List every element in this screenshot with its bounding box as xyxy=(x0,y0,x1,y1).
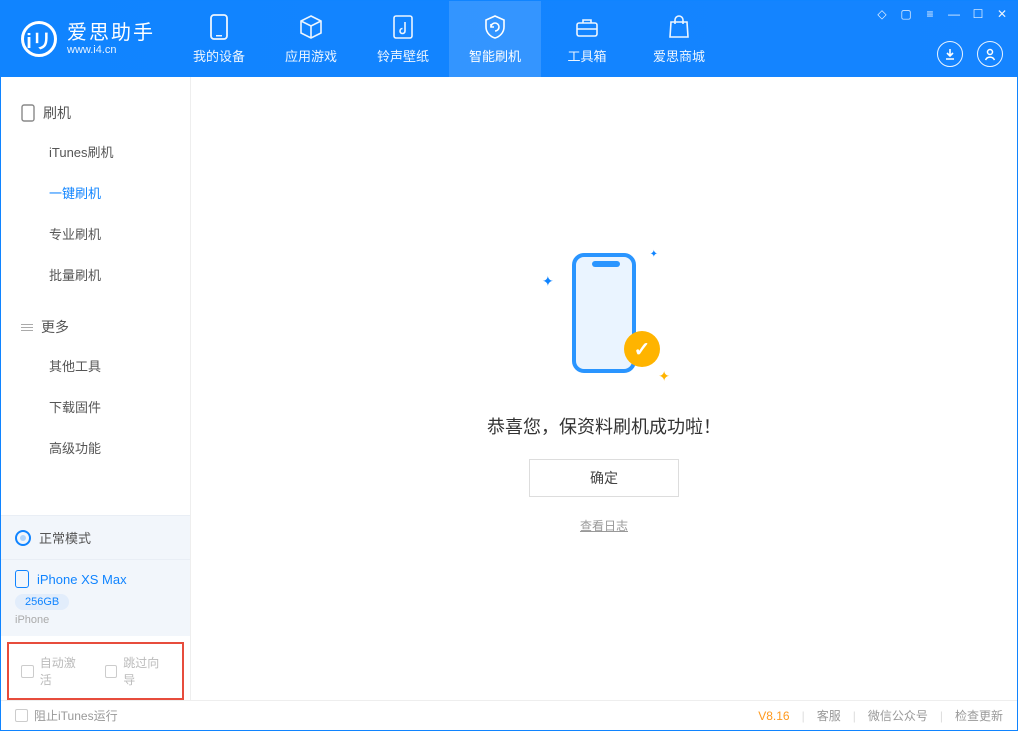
download-button[interactable] xyxy=(937,41,963,67)
phone-outline-icon xyxy=(21,104,35,122)
version-label: V8.16 xyxy=(758,709,789,723)
app-subtitle: www.i4.cn xyxy=(67,44,155,56)
flash-options-highlight: 自动激活 跳过向导 xyxy=(7,642,184,700)
tab-toolbox[interactable]: 工具箱 xyxy=(541,1,633,77)
app-title: 爱思助手 xyxy=(67,22,155,44)
footer-link-service[interactable]: 客服 xyxy=(817,707,841,724)
sidebar-section-flash: 刷机 xyxy=(1,95,190,131)
checkbox-icon xyxy=(105,665,118,678)
body: 刷机 iTunes刷机 一键刷机 专业刷机 批量刷机 更多 其他工具 下载固件 … xyxy=(1,77,1017,700)
success-message: 恭喜您，保资料刷机成功啦！ xyxy=(487,413,721,439)
sidebar-item-batch-flash[interactable]: 批量刷机 xyxy=(1,254,190,295)
tab-smart-flash[interactable]: 智能刷机 xyxy=(449,1,541,77)
device-phone-icon xyxy=(15,570,29,588)
shopping-bag-icon xyxy=(666,14,692,40)
menu-icon[interactable]: ≡ xyxy=(923,7,937,21)
cube-icon xyxy=(298,14,324,40)
hamburger-icon xyxy=(21,324,33,331)
app-window: iリ 爱思助手 www.i4.cn 我的设备 应用游戏 铃声壁纸 智能刷机 xyxy=(0,0,1018,731)
checkbox-block-itunes-label[interactable]: 阻止iTunes运行 xyxy=(34,707,118,724)
maximize-button[interactable]: ☐ xyxy=(971,7,985,21)
toolbox-icon xyxy=(574,14,600,40)
sidebar-section-more: 更多 xyxy=(1,309,190,345)
lock-icon[interactable]: ▢ xyxy=(899,7,913,21)
tab-mall[interactable]: 爱思商城 xyxy=(633,1,725,77)
main-tabs: 我的设备 应用游戏 铃声壁纸 智能刷机 工具箱 爱思商城 xyxy=(173,1,725,77)
close-button[interactable]: ✕ xyxy=(995,7,1009,21)
sparkle-icon: ✦ xyxy=(650,249,658,260)
tab-my-device[interactable]: 我的设备 xyxy=(173,1,265,77)
footer: 阻止iTunes运行 V8.16 | 客服 | 微信公众号 | 检查更新 xyxy=(1,700,1017,730)
check-badge-icon: ✓ xyxy=(624,331,660,367)
sidebar-item-itunes-flash[interactable]: iTunes刷机 xyxy=(1,131,190,172)
ok-button[interactable]: 确定 xyxy=(529,459,679,497)
checkbox-icon[interactable] xyxy=(15,709,28,722)
device-info[interactable]: iPhone XS Max 256GB iPhone xyxy=(1,559,190,636)
logo: iリ 爱思助手 www.i4.cn xyxy=(1,1,173,77)
sidebar-item-download-firmware[interactable]: 下载固件 xyxy=(1,386,190,427)
checkbox-auto-activate[interactable]: 自动激活 xyxy=(21,654,87,688)
checkbox-icon xyxy=(21,665,34,678)
checkbox-skip-guide[interactable]: 跳过向导 xyxy=(105,654,171,688)
shirt-icon[interactable]: ◇ xyxy=(875,7,889,21)
window-controls: ◇ ▢ ≡ ― ☐ ✕ xyxy=(875,7,1009,21)
sidebar: 刷机 iTunes刷机 一键刷机 专业刷机 批量刷机 更多 其他工具 下载固件 … xyxy=(1,77,191,700)
sparkle-icon: ✦ xyxy=(542,273,554,290)
minimize-button[interactable]: ― xyxy=(947,7,961,21)
phone-icon xyxy=(206,14,232,40)
device-type: iPhone xyxy=(15,614,176,626)
shield-refresh-icon xyxy=(482,14,508,40)
user-button[interactable] xyxy=(977,41,1003,67)
tab-ringtone-wallpaper[interactable]: 铃声壁纸 xyxy=(357,1,449,77)
music-file-icon xyxy=(390,14,416,40)
device-mode[interactable]: 正常模式 xyxy=(1,515,190,559)
footer-link-wechat[interactable]: 微信公众号 xyxy=(868,707,928,724)
sparkle-icon: ✦ xyxy=(658,368,670,385)
sidebar-item-advanced[interactable]: 高级功能 xyxy=(1,427,190,468)
sidebar-item-pro-flash[interactable]: 专业刷机 xyxy=(1,213,190,254)
main-content: ✦ ✦ ✦ ✓ 恭喜您，保资料刷机成功啦！ 确定 查看日志 xyxy=(191,77,1017,700)
sidebar-item-other-tools[interactable]: 其他工具 xyxy=(1,345,190,386)
logo-icon: iリ xyxy=(21,21,57,57)
header: iリ 爱思助手 www.i4.cn 我的设备 应用游戏 铃声壁纸 智能刷机 xyxy=(1,1,1017,77)
device-name: iPhone XS Max xyxy=(37,572,127,587)
view-log-link[interactable]: 查看日志 xyxy=(580,517,628,534)
tab-apps-games[interactable]: 应用游戏 xyxy=(265,1,357,77)
mode-indicator-icon xyxy=(15,530,31,546)
success-illustration: ✦ ✦ ✦ ✓ xyxy=(544,243,664,393)
footer-link-update[interactable]: 检查更新 xyxy=(955,707,1003,724)
device-capacity: 256GB xyxy=(15,594,69,610)
sidebar-item-onekey-flash[interactable]: 一键刷机 xyxy=(1,172,190,213)
